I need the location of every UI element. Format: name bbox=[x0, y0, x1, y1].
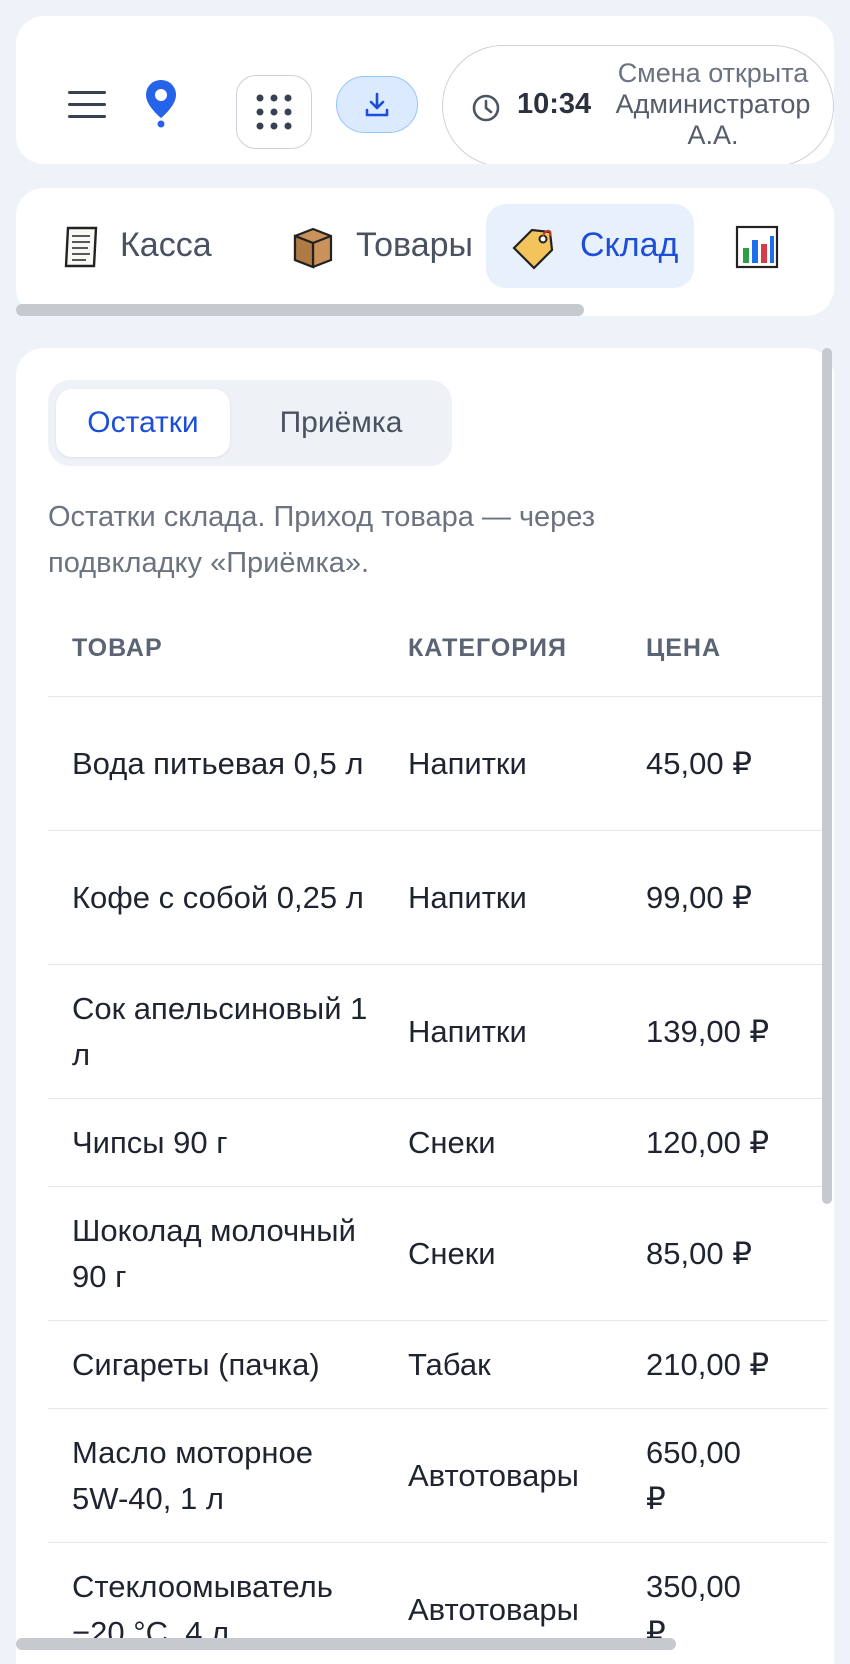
module-tabs-scrollbar[interactable] bbox=[16, 304, 584, 316]
product-name: Вода питьевая 0,5 л bbox=[72, 745, 364, 781]
product-price: 650,00 ₽ bbox=[646, 1434, 741, 1516]
stock-table-body: Вода питьевая 0,5 л Напитки 45,00 ₽ Кофе… bbox=[48, 697, 828, 1664]
shift-info: Смена открыта Администратор А.А. bbox=[603, 58, 823, 151]
module-tabs: Касса Товары Склад bbox=[16, 188, 834, 316]
grid-dots-icon bbox=[256, 94, 292, 130]
product-price: 139,00 ₽ bbox=[646, 1013, 770, 1049]
subtab-switcher: Остатки Приёмка bbox=[48, 380, 452, 466]
product-price: 99,00 ₽ bbox=[646, 879, 752, 915]
shift-status-pill[interactable]: 10:34 Смена открыта Администратор А.А. bbox=[442, 45, 834, 164]
apps-button[interactable] bbox=[236, 75, 312, 149]
shift-user-name: Администратор bbox=[615, 89, 811, 119]
column-header-category[interactable]: КАТЕГОРИЯ bbox=[408, 634, 567, 663]
product-category: Автотовары bbox=[408, 1457, 579, 1493]
tab-tovary-label: Товары bbox=[356, 226, 473, 264]
download-button[interactable] bbox=[336, 76, 418, 133]
tab-sklad[interactable]: Склад bbox=[486, 204, 694, 288]
chart-icon bbox=[735, 225, 779, 269]
table-row[interactable]: Кофе с собой 0,25 л Напитки 99,00 ₽ bbox=[48, 831, 828, 965]
warehouse-panel: Остатки Приёмка Остатки склада. Приход т… bbox=[16, 348, 834, 1664]
table-row[interactable]: Вода питьевая 0,5 л Напитки 45,00 ₽ bbox=[48, 697, 828, 831]
column-header-price[interactable]: ЦЕНА bbox=[646, 634, 721, 663]
tab-sklad-label: Склад bbox=[580, 226, 679, 264]
table-row[interactable]: Сок апельсиновый 1 л Напитки 139,00 ₽ bbox=[48, 965, 828, 1099]
product-category: Напитки bbox=[408, 745, 527, 781]
horizontal-scrollbar[interactable] bbox=[16, 1638, 676, 1650]
section-description: Остатки склада. Приход товара — через по… bbox=[48, 501, 596, 579]
subtab-priemka[interactable]: Приёмка bbox=[238, 389, 444, 457]
tab-kassa-label: Касса bbox=[120, 226, 212, 264]
column-header-product[interactable]: ТОВАР bbox=[72, 634, 163, 663]
tab-tovary[interactable]: Товары bbox=[248, 204, 488, 288]
product-category: Напитки bbox=[408, 1013, 527, 1049]
product-price: 85,00 ₽ bbox=[646, 1235, 752, 1271]
tag-icon bbox=[512, 228, 554, 270]
product-category: Снеки bbox=[408, 1235, 496, 1271]
subtab-ostatki[interactable]: Остатки bbox=[56, 389, 230, 457]
table-row[interactable]: Чипсы 90 г Снеки 120,00 ₽ bbox=[48, 1099, 828, 1187]
product-price: 45,00 ₽ bbox=[646, 745, 752, 781]
clock-icon bbox=[472, 94, 500, 122]
receipt-icon bbox=[64, 226, 98, 268]
shift-user-initials: А.А. bbox=[687, 120, 739, 150]
shift-status-text: Смена открыта bbox=[617, 58, 809, 88]
table-row[interactable]: Шоколад молочный 90 г Снеки 85,00 ₽ bbox=[48, 1187, 828, 1321]
table-row[interactable]: Масло моторное 5W-40, 1 л Автотовары 650… bbox=[48, 1409, 828, 1543]
product-price: 210,00 ₽ bbox=[646, 1346, 770, 1382]
product-category: Снеки bbox=[408, 1124, 496, 1160]
product-name: Сигареты (пачка) bbox=[72, 1346, 320, 1382]
product-category: Автотовары bbox=[408, 1591, 579, 1627]
table-row[interactable]: Сигареты (пачка) Табак 210,00 ₽ bbox=[48, 1321, 828, 1409]
product-price: 120,00 ₽ bbox=[646, 1124, 770, 1160]
product-name: Чипсы 90 г bbox=[72, 1124, 228, 1160]
download-icon bbox=[365, 92, 389, 116]
menu-icon[interactable] bbox=[68, 91, 106, 119]
shift-time: 10:34 bbox=[517, 88, 592, 120]
vertical-scrollbar[interactable] bbox=[822, 348, 832, 1204]
product-name: Кофе с собой 0,25 л bbox=[72, 879, 364, 915]
product-name: Шоколад молочный 90 г bbox=[72, 1212, 356, 1294]
box-icon bbox=[293, 227, 333, 269]
product-category: Напитки bbox=[408, 879, 527, 915]
tab-reports[interactable] bbox=[716, 204, 834, 288]
top-header: 10:34 Смена открыта Администратор А.А. bbox=[16, 16, 834, 164]
location-pin-icon[interactable] bbox=[144, 78, 178, 130]
tab-kassa[interactable]: Касса bbox=[16, 204, 246, 288]
product-category: Табак bbox=[408, 1346, 491, 1382]
product-name: Сок апельсиновый 1 л bbox=[72, 990, 368, 1072]
product-name: Масло моторное 5W-40, 1 л bbox=[72, 1434, 314, 1516]
